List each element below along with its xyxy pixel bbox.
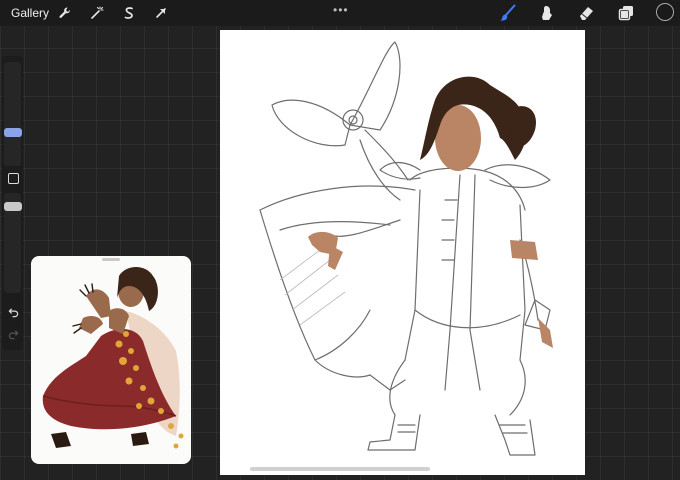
left-sidebar [2, 56, 23, 350]
brush-icon[interactable] [497, 3, 519, 23]
sketch-artwork [259, 41, 553, 456]
drawing-canvas[interactable] [220, 30, 585, 475]
reference-image [42, 267, 184, 449]
magic-wand-icon[interactable] [87, 3, 107, 23]
reference-panel-grabber[interactable] [102, 258, 120, 261]
layers-icon[interactable] [615, 3, 637, 23]
eraser-icon[interactable] [575, 3, 597, 23]
reference-panel[interactable] [31, 256, 191, 464]
color-picker-swatch[interactable] [656, 3, 674, 21]
wrench-icon[interactable] [55, 3, 75, 23]
brush-size-slider[interactable] [4, 62, 21, 166]
home-indicator[interactable] [250, 467, 430, 471]
transform-arrow-icon[interactable] [151, 3, 171, 23]
top-toolbar: Gallery ••• [0, 0, 680, 26]
undo-arrow-icon[interactable] [7, 306, 19, 318]
selection-s-icon[interactable] [119, 3, 139, 23]
redo-arrow-icon[interactable] [7, 328, 19, 340]
square-icon [7, 172, 19, 184]
brush-size-handle[interactable] [4, 128, 22, 137]
smudge-icon[interactable] [535, 3, 557, 23]
brush-opacity-handle[interactable] [4, 202, 22, 211]
menu-dots-icon[interactable]: ••• [333, 3, 349, 17]
gallery-button[interactable]: Gallery [11, 6, 49, 20]
modify-button[interactable] [7, 172, 19, 184]
